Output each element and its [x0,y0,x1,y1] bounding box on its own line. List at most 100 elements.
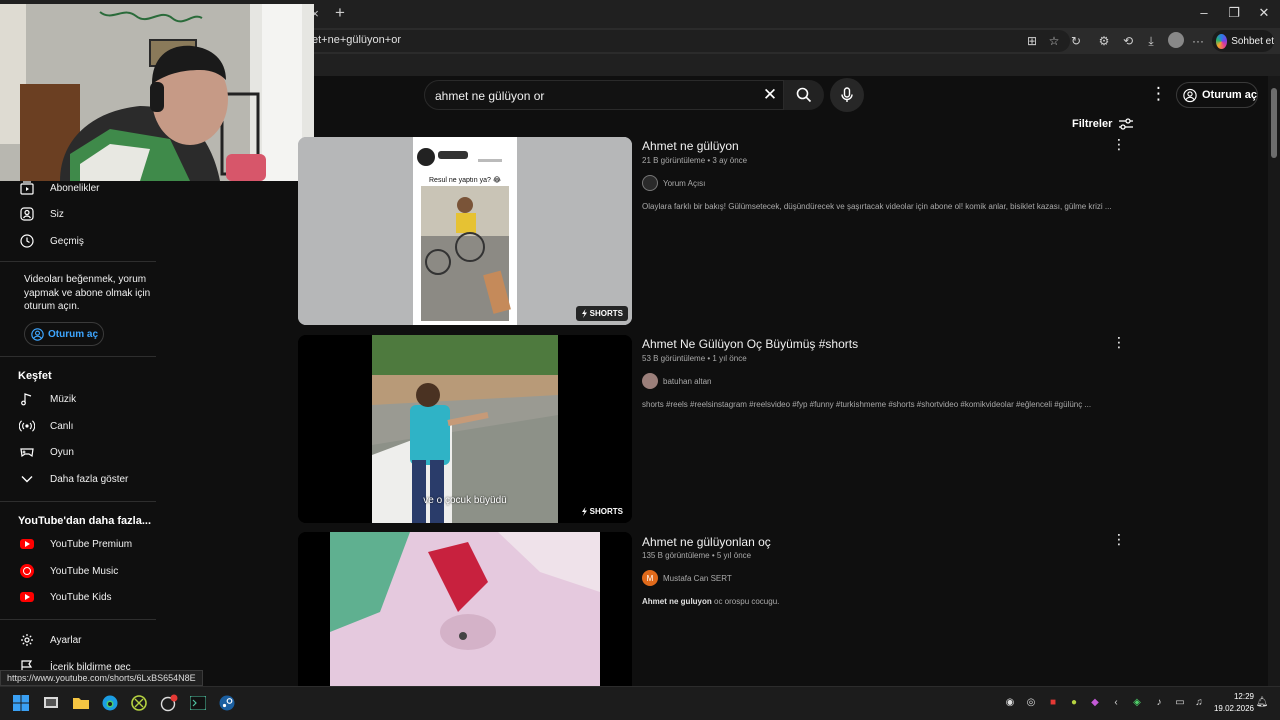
new-tab-icon[interactable]: + [332,3,348,23]
video-action-menu-icon[interactable]: ⋮ [1112,531,1126,548]
tray-media-icon[interactable]: ◆ [1088,697,1102,708]
channel-link[interactable]: batuhan altan [642,373,712,389]
tray-microphone-icon[interactable]: ♪ [1152,697,1166,708]
sidebar-item-show-more[interactable]: Daha fazla göster [18,468,158,490]
sidebar-item-label: Abonelikler [50,182,100,194]
close-window-icon[interactable]: ✕ [1254,5,1274,21]
sidebar-item-settings[interactable]: Ayarlar [18,629,158,651]
edge-browser-button[interactable] [101,694,119,712]
music-icon [21,393,32,406]
sidebar-item-gaming[interactable]: Oyun [18,441,158,463]
explore-heading: Keşfet [18,370,52,382]
terminal-app-button[interactable] [189,694,207,712]
settings-icon [21,634,33,646]
tray-xbox-icon[interactable]: ● [1067,697,1081,708]
page-scrollbar[interactable] [1268,76,1280,686]
sidebar-item-youtube-kids[interactable]: YouTube Kids [18,586,158,608]
sidebar-divider [0,619,156,620]
channel-name: batuhan altan [663,376,712,386]
more-menu-icon[interactable]: ··· [1190,33,1206,49]
channel-avatar [642,175,658,191]
channel-link[interactable]: Yorum Açısı [642,175,705,191]
task-view-button[interactable] [42,694,60,712]
sidebar-item-live[interactable]: Canlı [18,415,158,437]
sidebar-item-history[interactable]: Geçmiş [18,230,158,252]
restore-icon[interactable]: ❐ [1224,5,1244,21]
split-screen-icon[interactable]: ⊞ [1024,33,1040,49]
video-description: Ahmet ne guluyon oc orospu cocugu. [642,597,1112,606]
voice-search-button[interactable] [830,78,864,112]
tray-security-icon[interactable]: ◈ [1130,697,1144,708]
video-title[interactable]: Ahmet Ne Gülüyon Oç Büyümüş #shorts [642,337,858,351]
tray-steam-icon[interactable]: ◉ [1003,697,1017,708]
sidebar-item-label: Geçmiş [50,235,84,247]
signin-button[interactable]: Oturum aç [1176,82,1258,108]
copilot-button[interactable]: Sohbet et [1212,30,1274,52]
video-title[interactable]: Ahmet ne gülüyonlan oç [642,535,771,549]
sidebar-item-label: Daha fazla göster [50,473,129,485]
channel-name: Mustafa Can SERT [663,573,732,583]
tray-app-icon[interactable]: ◎ [1024,697,1038,708]
extensions-icon[interactable]: ⚙ [1096,33,1112,49]
notifications-bell-icon[interactable]: 🔔︎ [1255,697,1269,708]
channel-avatar: M [642,570,658,586]
video-title[interactable]: Ahmet ne gülüyon [642,139,739,153]
copilot-icon [1216,33,1228,49]
settings-menu-icon[interactable]: ⋮ [1150,84,1167,104]
video-thumbnail[interactable] [298,532,632,686]
video-thumbnail[interactable]: ve o çocuk büyüdü SHORTS [298,335,632,523]
video-meta: 21 B görüntüleme • 3 ay önce [642,156,748,165]
channel-avatar [642,373,658,389]
sidebar-item-you[interactable]: Siz [18,203,158,225]
signin-label: Oturum aç [1201,89,1257,101]
video-action-menu-icon[interactable]: ⋮ [1112,334,1126,351]
video-description: shorts #reels #reelsinstagram #reelsvide… [642,400,1092,409]
tray-recorder-icon[interactable]: ■ [1046,697,1060,708]
channel-link[interactable]: M Mustafa Can SERT [642,570,732,586]
filters-button[interactable]: Filtreler [1072,117,1134,131]
notification-app-button[interactable] [160,694,178,712]
search-button[interactable] [784,80,824,110]
minimize-icon[interactable]: – [1194,5,1214,20]
video-thumbnail[interactable]: Resul ne yaptın ya? 😂 SHORTS [298,137,632,325]
tray-network-icon[interactable]: ▭ [1173,697,1187,708]
shorts-badge: SHORTS [575,306,628,321]
favorite-star-icon[interactable]: ☆ [1046,33,1062,49]
sidebar-item-label: Ayarlar [50,634,82,646]
shorts-badge-label: SHORTS [589,309,623,318]
tray-chevron-icon[interactable]: ‹ [1109,697,1123,708]
clear-search-icon[interactable]: ✕ [761,85,779,105]
sidebar-item-label: YouTube Kids [50,591,112,603]
steam-app-button[interactable] [218,694,236,712]
sidebar-signin-label: Oturum aç [48,328,99,340]
video-description-highlight: Ahmet ne guluyon [642,597,712,606]
address-bar[interactable]: et+ne+gülüyon+or ⊞ ☆ [300,30,1070,52]
shorts-badge-label: SHORTS [589,507,623,516]
webcam-overlay [0,4,314,181]
sidebar: Abonelikler Siz Geçmiş Videoları beğenme… [0,180,160,686]
windows-logo-icon [13,695,29,711]
xbox-icon [131,695,147,711]
thumbnail-caption: ve o çocuk büyüdü [423,495,507,506]
scrollbar-thumb[interactable] [1271,88,1277,158]
filter-sliders-icon [1119,118,1134,130]
sidebar-item-music[interactable]: Müzik [18,388,158,410]
download-icon[interactable]: ⤓ [1143,33,1159,49]
refresh-icon[interactable]: ↻ [1068,33,1084,49]
history-browser-icon[interactable]: ⟲ [1120,33,1136,49]
sidebar-signin-button[interactable]: Oturum aç [24,322,104,346]
start-button[interactable] [12,694,30,712]
thumbnail-image [298,532,632,686]
file-explorer-button[interactable] [72,694,90,712]
video-description-text: oc orospu cocugu. [711,597,780,606]
sidebar-item-label: YouTube Premium [50,538,133,550]
search-input[interactable]: ahmet ne gülüyon or ✕ [424,80,784,110]
sidebar-item-youtube-music[interactable]: YouTube Music [18,560,158,582]
more-from-youtube-heading: YouTube'dan daha fazla... [18,515,151,527]
tray-volume-icon[interactable]: ♫ [1192,697,1206,708]
video-action-menu-icon[interactable]: ⋮ [1112,136,1126,153]
xbox-app-button[interactable] [130,694,148,712]
profile-avatar[interactable] [1168,32,1184,48]
taskbar-clock[interactable]: 12:29 19.02.2026 [1206,691,1254,715]
sidebar-item-youtube-premium[interactable]: YouTube Premium [18,533,158,555]
